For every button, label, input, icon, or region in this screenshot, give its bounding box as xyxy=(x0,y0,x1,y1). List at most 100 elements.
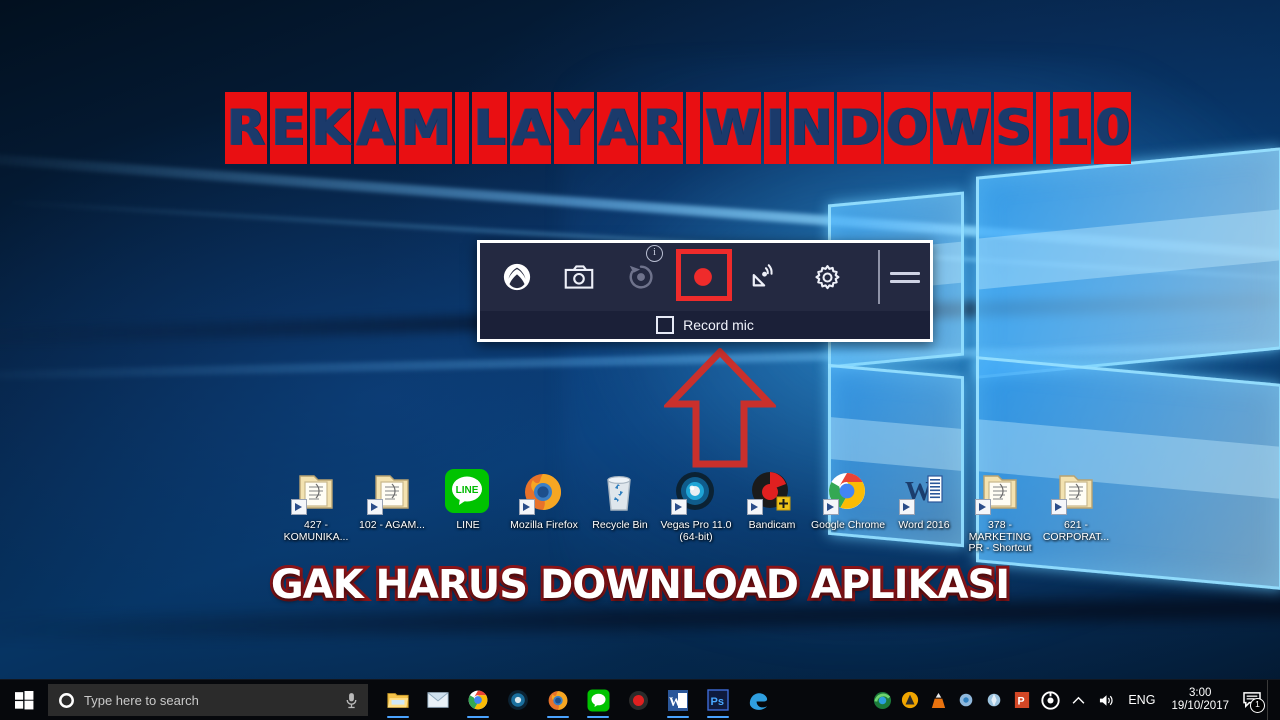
action-center-icon[interactable]: 1 xyxy=(1237,680,1267,720)
vlc-tray-icon[interactable] xyxy=(924,680,952,720)
title-letter-block: R xyxy=(225,92,267,164)
video-caption-overlay: GAK HARUS DOWNLOAD APLIKASI xyxy=(0,559,1280,611)
settings-gear-icon[interactable] xyxy=(796,249,858,305)
title-letter: K xyxy=(311,99,351,157)
taskbar-app-vegas-pro[interactable] xyxy=(498,680,538,720)
title-letter: 1 xyxy=(1054,99,1090,157)
record-mic-label: Record mic xyxy=(683,317,754,333)
recycle-bin-icon xyxy=(596,468,644,516)
desktop-icon[interactable]: 427 - KOMUNIKA... xyxy=(278,468,354,555)
desktop-icon-label: Vegas Pro 11.0 (64-bit) xyxy=(660,519,732,543)
svg-text:LINE: LINE xyxy=(456,485,479,496)
title-letter: M xyxy=(401,99,451,157)
desktop-icon-label: 378 - MARKETING PR - Shortcut xyxy=(968,519,1032,554)
title-letter-block: A xyxy=(354,92,397,164)
title-letter: Y xyxy=(556,99,592,157)
desktop-icon[interactable]: Bandicam xyxy=(734,468,810,555)
start-button[interactable] xyxy=(0,680,48,720)
info-badge-icon[interactable]: i xyxy=(646,245,663,262)
desktop-icon-label: Recycle Bin xyxy=(592,519,648,531)
taskbar-app-google-chrome[interactable] xyxy=(458,680,498,720)
screen: REKAMLAYARWINDOWS10 i Record mic 427 - K… xyxy=(0,0,1280,720)
screenshot-camera-icon[interactable] xyxy=(548,249,610,305)
title-block-space xyxy=(454,92,469,164)
xbox-game-bar[interactable]: i Record mic xyxy=(477,240,933,342)
desktop-icon[interactable]: 378 - MARKETING PR - Shortcut xyxy=(962,468,1038,555)
xbox-logo-icon[interactable] xyxy=(486,249,548,305)
app-shortcut-icon xyxy=(519,468,568,516)
record-mic-row[interactable]: Record mic xyxy=(480,311,930,339)
title-letter-block: A xyxy=(509,92,552,164)
app-shortcut-icon: W xyxy=(899,468,948,516)
microphone-icon xyxy=(346,692,357,708)
title-letter: A xyxy=(598,99,638,157)
speaker-icon[interactable] xyxy=(1092,680,1120,720)
desktop-icon-label: Google Chrome xyxy=(810,519,886,531)
tray-app-2-icon[interactable] xyxy=(980,680,1008,720)
running-indicator xyxy=(387,716,409,718)
record-mic-checkbox[interactable] xyxy=(656,316,675,334)
taskbar-app-word[interactable]: W xyxy=(658,680,698,720)
svg-text:P: P xyxy=(1018,695,1025,707)
desktop-icon-label: Bandicam xyxy=(748,519,796,531)
taskbar-app-photoshop[interactable]: Ps xyxy=(698,680,738,720)
video-title-overlay: REKAMLAYARWINDOWS10 xyxy=(225,92,1132,164)
taskbar-app-mozilla-firefox[interactable] xyxy=(538,680,578,720)
running-indicator xyxy=(547,716,569,718)
running-indicator xyxy=(667,716,689,718)
tray-app-3-icon[interactable] xyxy=(1036,680,1064,720)
taskbar-app-microsoft-edge[interactable] xyxy=(738,680,778,720)
title-letter-block: S xyxy=(993,92,1033,164)
title-letter-block: K xyxy=(309,92,352,164)
title-letter: L xyxy=(473,99,506,157)
notification-badge: 1 xyxy=(1250,698,1265,713)
desktop-icon[interactable]: 102 - AGAM... xyxy=(354,468,430,555)
app-shortcut-icon xyxy=(671,468,720,516)
desktop-icon[interactable]: Mozilla Firefox xyxy=(506,468,582,555)
title-block-space xyxy=(1035,92,1050,164)
title-letter: E xyxy=(271,99,306,157)
show-desktop-button[interactable] xyxy=(1267,680,1276,720)
desktop-icon[interactable]: Recycle Bin xyxy=(582,468,658,555)
desktop-icon[interactable]: LINE LINE xyxy=(430,468,506,555)
show-hidden-icons-chevron-icon[interactable] xyxy=(1064,680,1092,720)
record-last-30s-icon[interactable] xyxy=(610,249,672,305)
title-letter-block: W xyxy=(702,92,762,164)
title-letter-block: R xyxy=(641,92,683,164)
drag-handle[interactable] xyxy=(890,249,920,305)
desktop-icon[interactable]: W Word 2016 xyxy=(886,468,962,555)
taskbar-app-line[interactable] xyxy=(578,680,618,720)
taskbar-app-file-explorer[interactable] xyxy=(378,680,418,720)
search-input[interactable]: Type here to search xyxy=(48,684,368,716)
shortcut-overlay-icon xyxy=(899,499,915,515)
shortcut-overlay-icon xyxy=(367,499,383,515)
desktop-icon[interactable]: Vegas Pro 11.0 (64-bit) xyxy=(658,468,734,555)
taskbar-app-mail[interactable] xyxy=(418,680,458,720)
shortcut-overlay-icon xyxy=(747,499,763,515)
tray-app-1-icon[interactable] xyxy=(952,680,980,720)
title-letter-block: O xyxy=(884,92,930,164)
clock[interactable]: 3:00 19/10/2017 xyxy=(1163,687,1237,713)
powerpoint-tray-icon[interactable]: P xyxy=(1008,680,1036,720)
desktop-icon[interactable]: Google Chrome xyxy=(810,468,886,555)
system-tray: P ENG 3:00 19/10/2017 1 xyxy=(868,680,1280,720)
taskbar: Type here to search W Ps P ENG 3:00 19/1… xyxy=(0,679,1280,720)
desktop-icon-label: 621 - CORPORAT... xyxy=(1042,519,1110,543)
internet-download-manager-tray-icon[interactable] xyxy=(868,680,896,720)
broadcast-icon[interactable] xyxy=(734,249,796,305)
title-letter: A xyxy=(356,99,395,157)
caption-text: GAK HARUS DOWNLOAD APLIKASI xyxy=(268,559,1013,611)
title-letter: A xyxy=(511,99,551,157)
app-shortcut-icon xyxy=(823,468,872,516)
desktop-icon[interactable]: 621 - CORPORAT... xyxy=(1038,468,1114,555)
title-letter-block: D xyxy=(836,92,882,164)
taskbar-app-bandicam[interactable] xyxy=(618,680,658,720)
desktop-icon-grid: 427 - KOMUNIKA... 102 - AGAM... LINE LIN… xyxy=(278,468,1114,555)
shortcut-overlay-icon xyxy=(291,499,307,515)
desktop-icon-label: 427 - KOMUNIKA... xyxy=(283,519,349,543)
title-letter: R xyxy=(227,99,266,157)
avast-tray-icon[interactable] xyxy=(896,680,924,720)
folder-shortcut-icon xyxy=(1051,468,1100,516)
title-letter-block: Y xyxy=(554,92,594,164)
language-indicator[interactable]: ENG xyxy=(1120,693,1163,707)
